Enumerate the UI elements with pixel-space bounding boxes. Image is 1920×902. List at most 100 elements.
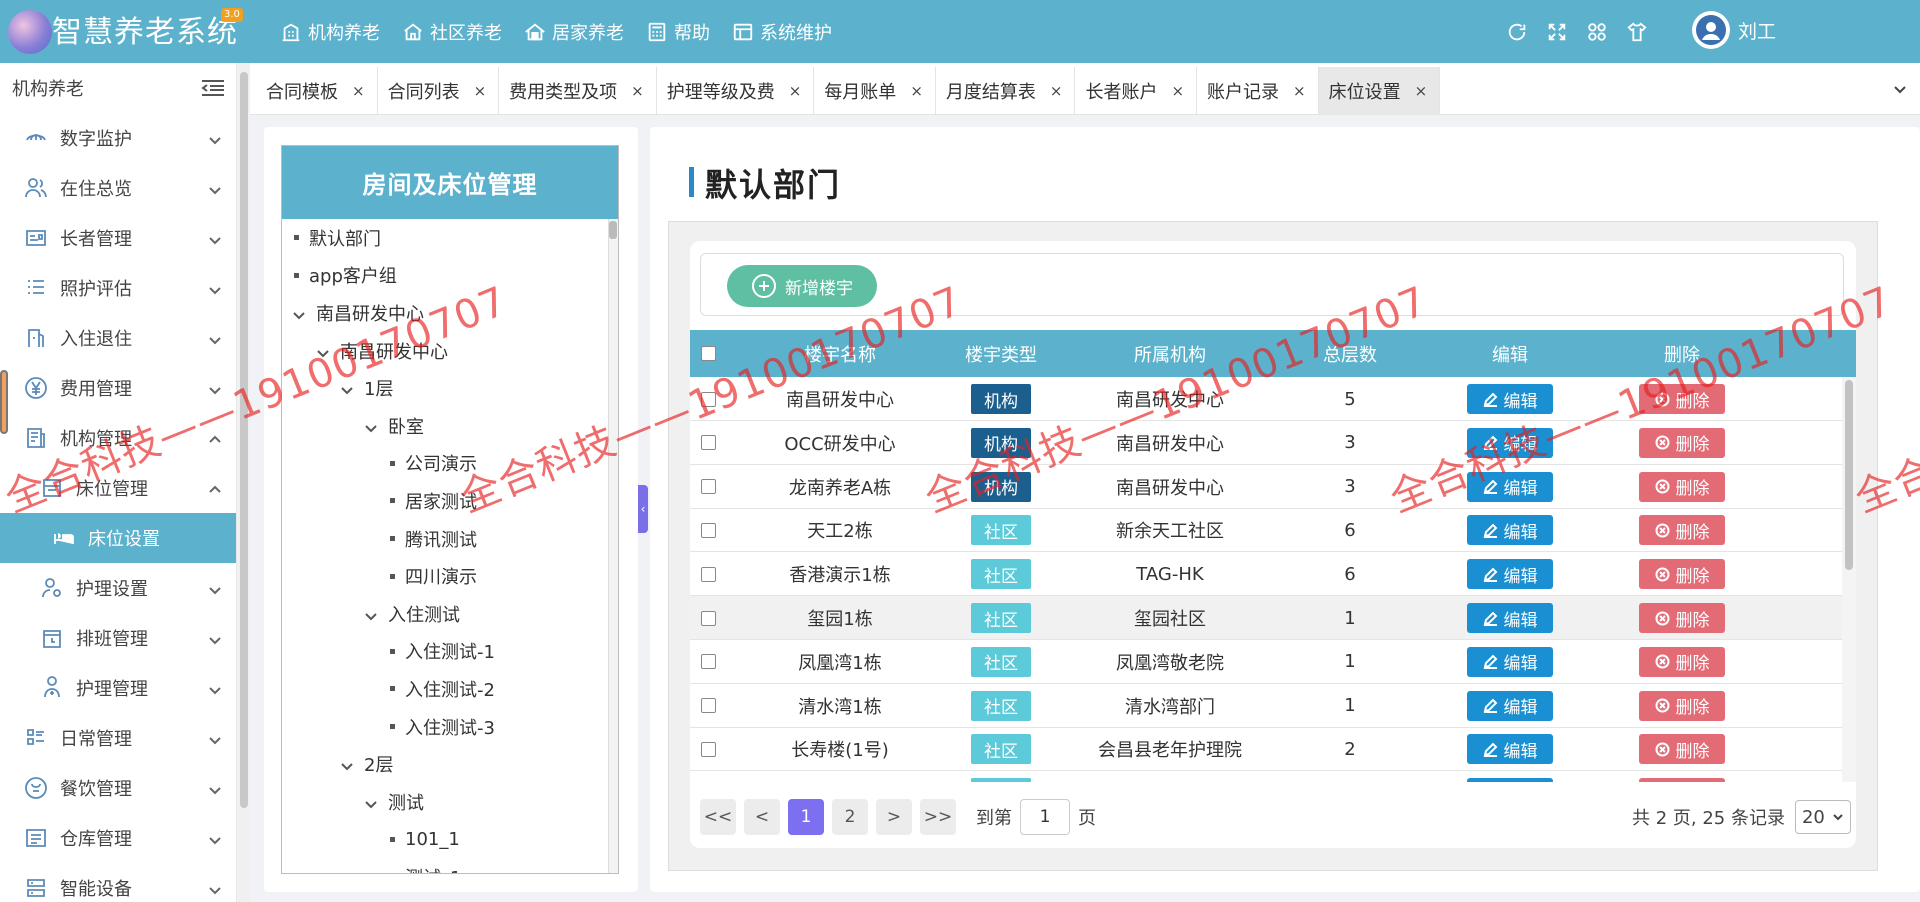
tree-leaf[interactable]: 居家测试 <box>282 482 618 520</box>
delete-button[interactable]: 删除 <box>1639 471 1725 502</box>
row-checkbox[interactable] <box>690 508 726 552</box>
delete-button[interactable]: 删除 <box>1639 603 1725 633</box>
edit-button[interactable]: 编辑 <box>1467 646 1553 677</box>
row-checkbox[interactable] <box>690 377 726 421</box>
page-size-select[interactable]: 20 <box>1794 800 1851 834</box>
row-checkbox[interactable] <box>690 727 726 771</box>
tree-leaf[interactable]: 101_1 <box>282 821 618 859</box>
tree-branch[interactable]: 2层 <box>282 745 618 783</box>
nav-home-care[interactable]: 居家养老 <box>524 19 624 45</box>
row-checkbox[interactable] <box>690 684 726 728</box>
next-page-button[interactable]: > <box>876 799 912 835</box>
table-scroll-thumb[interactable] <box>1845 380 1853 570</box>
nav-help[interactable]: 帮助 <box>646 19 710 45</box>
delete-button[interactable]: 删除 <box>1639 778 1725 782</box>
row-checkbox[interactable] <box>690 771 726 782</box>
tab-5[interactable]: 每月账单 × <box>814 66 936 115</box>
sidebar-item-schedule[interactable]: 排班管理 <box>0 613 236 663</box>
chevron-down-icon[interactable] <box>340 757 354 771</box>
edit-button[interactable]: 编辑 <box>1467 384 1553 414</box>
sidebar-item-nurse[interactable]: 护理管理 <box>0 663 236 713</box>
tree-leaf[interactable]: app客户组 <box>282 257 618 295</box>
tab-8[interactable]: 账户记录 × <box>1197 66 1319 115</box>
row-checkbox[interactable] <box>690 596 726 640</box>
row-checkbox[interactable] <box>690 465 726 509</box>
goto-page-input[interactable] <box>1020 799 1070 835</box>
theme-icon[interactable] <box>1626 21 1648 43</box>
sidebar-item-id-card[interactable]: 长者管理 <box>0 213 236 263</box>
page-1-button[interactable]: 1 <box>788 799 824 835</box>
sidebar-item-org[interactable]: 机构管理 <box>0 413 236 463</box>
tree-scrollbar[interactable] <box>608 219 618 873</box>
row-checkbox[interactable] <box>690 552 726 596</box>
sidebar-item-nurse-settings[interactable]: 护理设置 <box>0 563 236 613</box>
edit-button[interactable]: 编辑 <box>1467 559 1553 590</box>
delete-button[interactable]: 删除 <box>1639 515 1725 546</box>
sidebar-item-daily[interactable]: 日常管理 <box>0 713 236 763</box>
delete-button[interactable]: 删除 <box>1639 734 1725 765</box>
chevron-down-icon[interactable] <box>364 607 378 621</box>
sidebar-item-bed-box[interactable]: 床位管理 <box>0 463 236 513</box>
tab-2[interactable]: 合同列表 × <box>378 66 500 115</box>
tree-leaf[interactable]: 入住测试-3 <box>282 708 618 746</box>
page-2-button[interactable]: 2 <box>832 799 868 835</box>
edit-button[interactable]: 编辑 <box>1467 734 1553 765</box>
fullscreen-icon[interactable] <box>1546 21 1568 43</box>
sidebar-item-yen[interactable]: 费用管理 <box>0 363 236 413</box>
prev-page-button[interactable]: < <box>744 799 780 835</box>
nav-community[interactable]: 社区养老 <box>402 19 502 45</box>
sidebar-item-device[interactable]: 智能设备 <box>0 863 236 902</box>
close-icon[interactable]: × <box>1171 82 1184 100</box>
delete-button[interactable]: 删除 <box>1639 427 1725 458</box>
edit-button[interactable]: 编辑 <box>1467 471 1553 502</box>
close-icon[interactable]: × <box>789 82 802 100</box>
edit-button[interactable]: 编辑 <box>1467 690 1553 721</box>
tree-branch[interactable]: 南昌研发中心 <box>282 332 618 370</box>
sidebar-item-bed[interactable]: 床位设置 <box>0 513 236 563</box>
tree-leaf[interactable]: 入住测试-1 <box>282 633 618 671</box>
close-icon[interactable]: × <box>1293 82 1306 100</box>
sidebar-item-door[interactable]: 入住退住 <box>0 313 236 363</box>
tab-3[interactable]: 费用类型及项 × <box>499 66 657 115</box>
sidebar-item-meal[interactable]: 餐饮管理 <box>0 763 236 813</box>
chevron-down-icon[interactable] <box>364 795 378 809</box>
chevron-down-icon[interactable] <box>316 344 330 358</box>
user-menu[interactable]: 刘工 <box>1692 11 1776 49</box>
tree-branch[interactable]: 1层 <box>282 369 618 407</box>
tab-9[interactable]: 床位设置 × <box>1318 66 1441 115</box>
close-icon[interactable]: × <box>352 82 365 100</box>
edit-button[interactable]: 编辑 <box>1467 603 1553 633</box>
close-icon[interactable]: × <box>910 82 923 100</box>
close-icon[interactable]: × <box>1050 82 1063 100</box>
tree-leaf[interactable]: 四川演示 <box>282 557 618 595</box>
row-checkbox[interactable] <box>690 421 726 465</box>
row-checkbox[interactable] <box>690 640 726 684</box>
panel-collapse-button[interactable]: ‹ <box>638 485 648 533</box>
close-icon[interactable]: × <box>1415 82 1428 100</box>
tree-leaf[interactable]: 入住测试-2 <box>282 670 618 708</box>
edit-button[interactable]: 编辑 <box>1467 427 1553 458</box>
sidebar-item-people[interactable]: 在住总览 <box>0 163 236 213</box>
tab-4[interactable]: 护理等级及费 × <box>657 66 815 115</box>
close-icon[interactable]: × <box>631 82 644 100</box>
tree-branch[interactable]: 测试 <box>282 783 618 821</box>
nav-institution[interactable]: 机构养老 <box>280 19 380 45</box>
nav-system[interactable]: 系统维护 <box>732 19 832 45</box>
add-building-button[interactable]: 新增楼宇 <box>727 265 877 307</box>
menu-fold-icon[interactable] <box>200 78 226 98</box>
edit-button[interactable]: 编辑 <box>1467 515 1553 546</box>
tree-branch[interactable]: 南昌研发中心 <box>282 294 618 332</box>
tree-scroll-thumb[interactable] <box>609 221 617 239</box>
sidebar-item-warehouse[interactable]: 仓库管理 <box>0 813 236 863</box>
close-icon[interactable]: × <box>474 82 487 100</box>
first-page-button[interactable]: << <box>700 799 736 835</box>
sidebar-item-monitor[interactable]: 数字监护 <box>0 113 236 163</box>
sidebar-scroll-thumb[interactable] <box>240 72 248 808</box>
tree-branch[interactable]: 卧室 <box>282 407 618 445</box>
chevron-down-icon[interactable] <box>364 419 378 433</box>
tree-leaf[interactable]: 公司演示 <box>282 445 618 483</box>
tab-1[interactable]: 合同模板 × <box>256 66 378 115</box>
tab-7[interactable]: 长者账户 × <box>1075 66 1198 115</box>
tab-6[interactable]: 月度结算表 × <box>936 66 1076 115</box>
delete-button[interactable]: 删除 <box>1639 384 1725 414</box>
